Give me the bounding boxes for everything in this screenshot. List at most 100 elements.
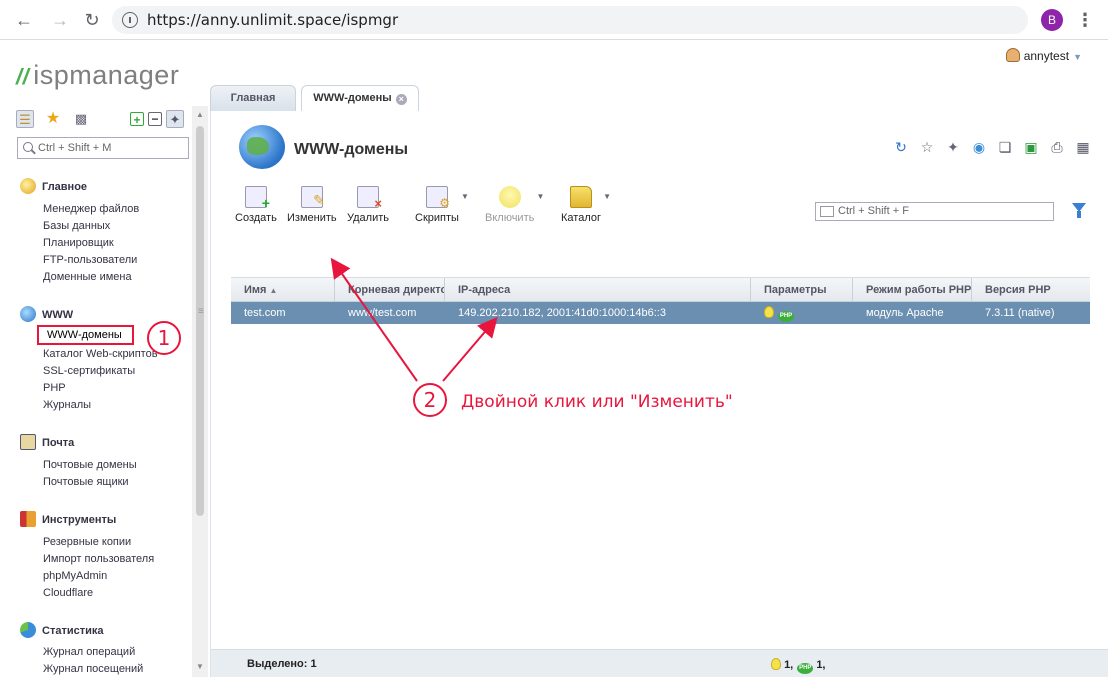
sidebar-section-main[interactable]: Главное — [20, 178, 87, 194]
pin-icon[interactable]: ✦ — [166, 110, 184, 128]
reload-icon[interactable]: ↻ — [80, 8, 104, 32]
enable-button[interactable]: Включить ▼ — [485, 186, 544, 224]
filter-funnel-icon[interactable] — [1072, 203, 1086, 218]
annotation-hint: Двойной клик или "Изменить" — [461, 392, 733, 412]
filter-placeholder: Ctrl + Shift + F — [838, 205, 909, 217]
mail-icon — [20, 434, 36, 450]
column-label: IP-адреса — [458, 284, 511, 296]
sort-asc-icon: ▲ — [269, 286, 278, 295]
column-ip[interactable]: IP-адреса — [445, 278, 751, 302]
php-icon: PHP — [797, 663, 814, 674]
sidebar-section-mail[interactable]: Почта — [20, 434, 74, 450]
sidebar-item-domain-names[interactable]: Доменные имена — [43, 271, 132, 283]
site-info-icon[interactable] — [122, 12, 138, 28]
collapse-all-icon[interactable]: − — [148, 112, 162, 126]
sidebar: ☰ ★ ▩ + − ✦ Ctrl + Shift + M Главное Мен… — [8, 106, 191, 677]
sidebar-item-backups[interactable]: Резервные копии — [43, 536, 131, 548]
bulb-icon — [771, 658, 781, 670]
sidebar-item-visits-log[interactable]: Журнал посещений — [43, 663, 143, 675]
url-text[interactable]: https://anny.unlimit.space/ispmgr — [147, 11, 398, 29]
close-tab-icon[interactable]: × — [395, 94, 407, 105]
sidebar-item-phpmyadmin[interactable]: phpMyAdmin — [43, 570, 107, 582]
scripts-button[interactable]: ⚙ Скрипты ▼ — [415, 186, 469, 224]
refresh-icon[interactable]: ↻ — [893, 139, 909, 155]
sidebar-item-import-user[interactable]: Импорт пользователя — [43, 553, 154, 565]
column-root-dir[interactable]: Корневая директория — [335, 278, 445, 302]
sidebar-item-ftp-users[interactable]: FTP-пользователи — [43, 254, 137, 266]
browser-menu-icon[interactable]: ⋮ — [1076, 8, 1094, 32]
tab-home[interactable]: Главная — [210, 85, 296, 111]
expand-all-icon[interactable]: + — [130, 112, 144, 127]
address-bar[interactable]: https://anny.unlimit.space/ispmgr — [112, 6, 1028, 34]
sidebar-item-mail-domains[interactable]: Почтовые домены — [43, 459, 137, 471]
scrollbar-thumb[interactable] — [196, 126, 204, 516]
favorite-star-icon[interactable]: ☆ — [919, 139, 935, 155]
sidebar-item-cloudflare[interactable]: Cloudflare — [43, 587, 93, 599]
delete-label: Удалить — [347, 212, 389, 224]
tab-label: WWW-домены — [313, 92, 392, 104]
catalog-label: Каталог — [561, 212, 601, 224]
php-icon: PHP — [778, 311, 794, 322]
user-icon — [1005, 48, 1020, 62]
keyboard-icon — [820, 206, 834, 217]
sidebar-item-ssl[interactable]: SSL-сертификаты — [43, 365, 135, 377]
sidebar-item-php[interactable]: PHP — [43, 382, 66, 394]
column-name[interactable]: Имя ▲ — [231, 278, 335, 302]
tree-view-icon[interactable]: ☰ — [16, 110, 34, 128]
create-button[interactable]: + Создать — [235, 186, 277, 224]
sidebar-item-file-manager[interactable]: Менеджер файлов — [43, 203, 139, 215]
sidebar-section-stats[interactable]: Статистика — [20, 622, 104, 638]
sidebar-item-scheduler[interactable]: Планировщик — [43, 237, 114, 249]
profile-avatar[interactable]: B — [1041, 9, 1063, 31]
print-icon[interactable]: ⎙ — [1049, 139, 1065, 155]
excel-export-icon[interactable]: ▣ — [1023, 139, 1039, 155]
delete-button[interactable]: × Удалить — [347, 186, 389, 224]
sidebar-item-databases[interactable]: Базы данных — [43, 220, 110, 232]
sidebar-section-title: Главное — [42, 181, 88, 193]
forward-arrow-icon[interactable]: → — [48, 8, 72, 32]
sidebar-section-title: Почта — [42, 437, 75, 449]
column-php-version[interactable]: Версия PHP — [972, 278, 1090, 302]
sidebar-section-www[interactable]: WWW — [20, 306, 73, 322]
home-icon — [20, 178, 36, 194]
scroll-down-icon[interactable]: ▼ — [196, 662, 204, 671]
sidebar-item-web-scripts[interactable]: Каталог Web-скриптов — [43, 348, 158, 360]
sidebar-item-mailboxes[interactable]: Почтовые ящики — [43, 476, 129, 488]
globe-icon — [20, 306, 36, 322]
catalog-button[interactable]: Каталог ▼ — [561, 186, 611, 224]
scripts-icon: ⚙ — [425, 186, 450, 210]
copy-icon[interactable]: ❏ — [997, 139, 1013, 155]
pie-chart-icon — [20, 622, 36, 638]
column-params[interactable]: Параметры — [751, 278, 853, 302]
edit-button[interactable]: ✎ Изменить — [287, 186, 337, 224]
splitter-handle[interactable]: ≡ — [198, 306, 204, 317]
table-header: Имя ▲ Корневая директория IP-адреса Пара… — [231, 277, 1090, 302]
clipboard-icon[interactable]: ▩ — [72, 110, 90, 128]
column-php-mode[interactable]: Режим работы PHP — [853, 278, 972, 302]
back-arrow-icon[interactable]: ← — [12, 8, 36, 32]
scroll-up-icon[interactable]: ▲ — [196, 110, 204, 119]
table-filter-input[interactable]: Ctrl + Shift + F — [815, 202, 1054, 221]
table-settings-icon[interactable]: ▦ — [1075, 139, 1091, 155]
table-row[interactable]: test.com www/test.com 149.202.210.182, 2… — [231, 302, 1090, 324]
page-title: WWW-домены — [294, 141, 409, 158]
chevron-down-icon: ▼ — [536, 192, 545, 201]
sidebar-scrollbar[interactable]: ▲ ▼ — [192, 106, 208, 677]
menu-search-input[interactable]: Ctrl + Shift + M — [17, 137, 189, 159]
ispmanager-app: //ispmanager annytest ▼ Главная WWW-домен… — [4, 40, 1108, 677]
sidebar-item-operations-log[interactable]: Журнал операций — [43, 646, 135, 658]
favorites-star-icon[interactable]: ★ — [44, 110, 62, 128]
tab-www-domains[interactable]: WWW-домены × — [301, 85, 419, 112]
bulb-icon — [498, 186, 521, 208]
cell-name: test.com — [244, 307, 286, 319]
cell-ip: 149.202.210.182, 2001:41d0:1000:14b6::3 — [458, 307, 666, 319]
user-menu[interactable]: annytest ▼ — [1005, 48, 1082, 63]
sidebar-item-www-domains[interactable]: WWW-домены — [37, 325, 134, 345]
web-icon[interactable]: ◉ — [971, 139, 987, 155]
pin-icon[interactable]: ✦ — [945, 139, 961, 155]
create-icon: + — [244, 186, 270, 211]
sidebar-section-tools[interactable]: Инструменты — [20, 511, 116, 527]
scripts-label: Скрипты — [415, 212, 459, 224]
sidebar-item-logs[interactable]: Журналы — [43, 399, 91, 411]
sidebar-section-title: WWW — [42, 309, 74, 321]
